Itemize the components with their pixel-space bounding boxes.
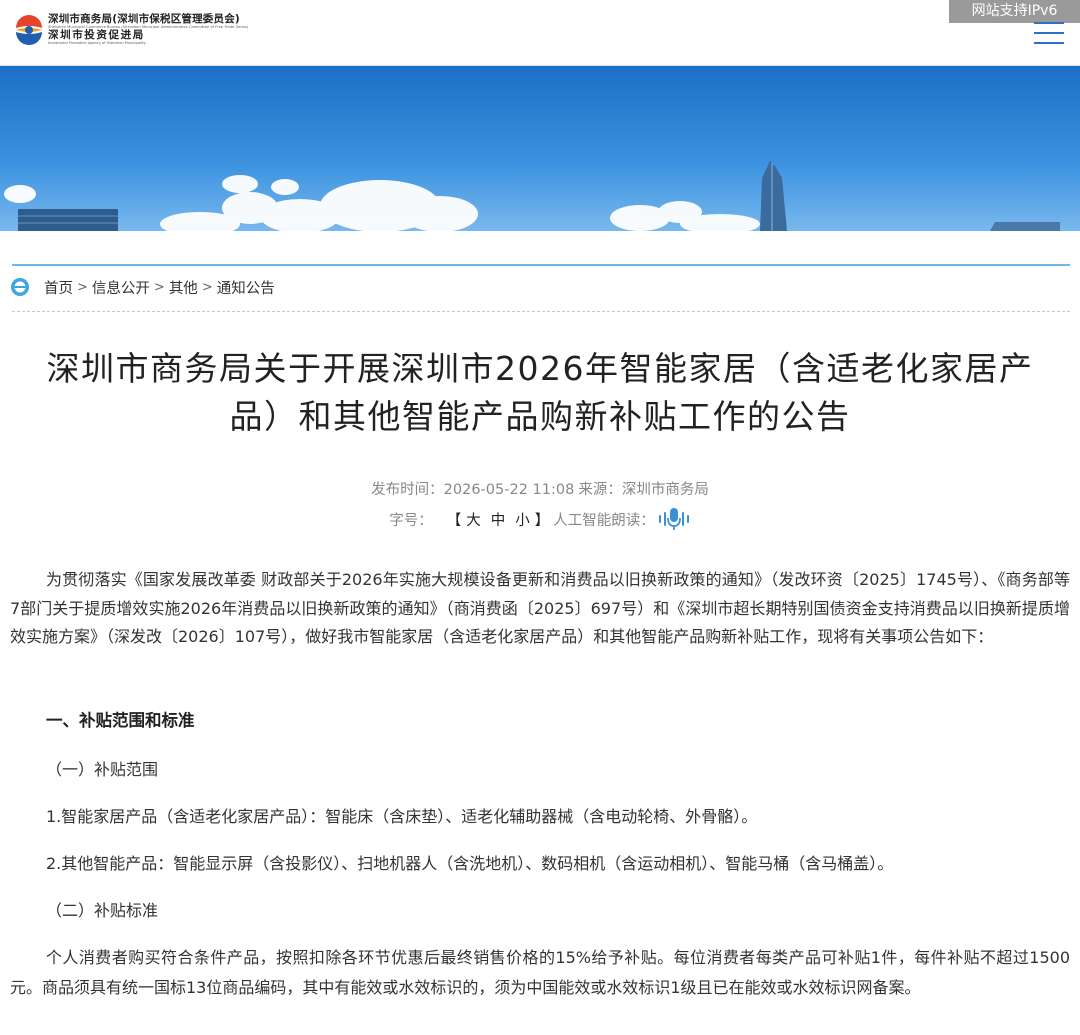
article-body: 为贯彻落实《国家发展改革委 财政部关于2026年实施大规模设备更新和消费品以旧换…	[10, 566, 1070, 652]
site-header: 深圳市商务局(深圳市保税区管理委员会) Shenzhen Municipal C…	[0, 0, 1080, 66]
site-logo[interactable]: 深圳市商务局(深圳市保税区管理委员会) Shenzhen Municipal C…	[14, 14, 248, 45]
source-label: 来源：	[578, 482, 622, 498]
font-size-medium-button[interactable]: 中	[491, 509, 506, 530]
scope-item-2: 2.其他智能产品：智能显示屏（含投影仪）、扫地机器人（含洗地机）、数码相机（含运…	[46, 854, 894, 873]
font-size-bracket-close: 】	[534, 512, 550, 529]
article-tools: 字号： 【 大 中 小 】 人工智能朗读：	[0, 506, 1080, 532]
publish-time: 2026-05-22 11:08	[443, 482, 575, 498]
breadcrumb-separator: >	[153, 279, 165, 295]
header-banner-image	[0, 66, 1080, 231]
subheading-scope: （一）补贴范围	[46, 760, 159, 779]
hamburger-menu-icon[interactable]	[1034, 22, 1064, 44]
breadcrumb-other[interactable]: 其他	[169, 277, 198, 298]
intro-paragraph: 为贯彻落实《国家发展改革委 财政部关于2026年实施大规模设备更新和消费品以旧换…	[10, 570, 1070, 646]
standard-paragraph: 个人消费者购买符合条件产品，按照扣除各环节优惠后最终销售价格的15%给予补贴。每…	[10, 948, 1070, 997]
tts-label: 人工智能朗读：	[553, 512, 655, 529]
logo-title-commerce: 深圳市商务局(深圳市保税区管理委员会)	[48, 13, 240, 25]
logo-title-investment: 深圳市投资促进局	[48, 29, 145, 41]
breadcrumb-info-public[interactable]: 信息公开	[92, 277, 150, 298]
breadcrumb-notices[interactable]: 通知公告	[217, 277, 275, 298]
font-size-label: 字号：	[389, 512, 433, 529]
article-meta: 发布时间：2026-05-22 11:08 来源：深圳市商务局	[0, 478, 1080, 499]
ipv6-badge: 网站支持IPv6	[949, 0, 1080, 23]
home-circle-icon	[11, 278, 29, 296]
breadcrumb-top-rule	[12, 264, 1070, 266]
logo-emblem-icon	[15, 14, 43, 45]
subheading-standard: （二）补贴标准	[46, 901, 159, 920]
font-size-bracket-open: 【	[446, 512, 462, 529]
logo-subtitle-investment: Investment Promotion Agency of Shenzhen …	[48, 40, 146, 45]
breadcrumb-home[interactable]: 首页	[44, 277, 73, 298]
breadcrumb-separator: >	[77, 279, 88, 295]
scope-item-1: 1.智能家居产品（含适老化家居产品）：智能床（含床垫）、适老化辅助器械（含电动轮…	[46, 807, 758, 826]
source-value: 深圳市商务局	[621, 482, 709, 498]
publish-time-label: 发布时间：	[371, 482, 444, 498]
font-size-large-button[interactable]: 大	[466, 509, 481, 530]
breadcrumb-separator: >	[201, 279, 213, 295]
section-heading-1: 一、补贴范围和标准	[46, 711, 195, 730]
font-size-small-button[interactable]: 小	[515, 509, 530, 530]
breadcrumb: 首页 > 信息公开 > 其他 > 通知公告	[10, 275, 275, 299]
microphone-icon[interactable]	[657, 506, 691, 532]
article-title: 深圳市商务局关于开展深圳市2026年智能家居（含适老化家居产品）和其他智能产品购…	[46, 349, 1034, 436]
breadcrumb-bottom-rule	[12, 311, 1070, 312]
